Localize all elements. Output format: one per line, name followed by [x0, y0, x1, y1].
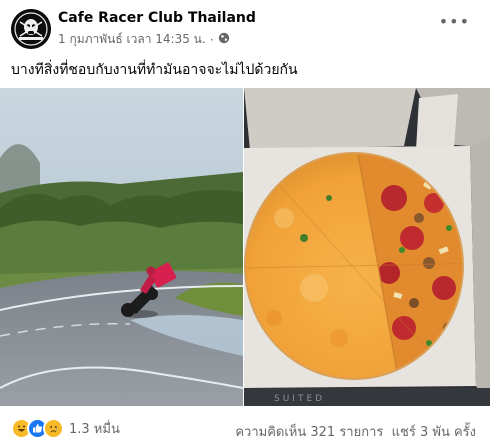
photo-pizza[interactable]: SUITED	[244, 88, 490, 406]
meta-separator: ·	[209, 32, 214, 47]
page-name-link[interactable]: Cafe Racer Club Thailand	[58, 10, 256, 26]
reaction-count[interactable]: 1.3 หมื่น	[69, 418, 120, 439]
post-meta: 1 กุมภาพันธ์ เวลา 14:35 น. ·	[58, 30, 230, 49]
share-count-link[interactable]: แชร์ 3 พัน ครั้ง	[392, 425, 476, 440]
post-caption: บางทีสิ่งที่ชอบกับงานที่ทำมันอาจจะไม่ไปด…	[11, 62, 298, 78]
page-avatar[interactable]	[11, 9, 51, 49]
facebook-post: Cafe Racer Club Thailand 1 กุมภาพันธ์ เว…	[0, 0, 490, 445]
post-timestamp[interactable]: 1 กุมภาพันธ์ เวลา 14:35 น.	[58, 30, 206, 49]
post-footer: 1.3 หมื่น ความคิดเห็น 321 รายการ แชร์ 3 …	[0, 406, 490, 445]
post-stats: ความคิดเห็น 321 รายการ แชร์ 3 พัน ครั้ง	[235, 421, 476, 442]
comment-count-link[interactable]: ความคิดเห็น 321 รายการ	[235, 425, 383, 440]
photo-watermark: SUITED	[274, 394, 325, 404]
sad-reaction-icon	[43, 418, 64, 439]
more-options-icon[interactable]: •••	[439, 12, 470, 31]
photo-motorcyclist[interactable]	[0, 88, 243, 406]
globe-icon	[218, 32, 230, 47]
reaction-summary[interactable]: 1.3 หมื่น	[11, 418, 120, 439]
